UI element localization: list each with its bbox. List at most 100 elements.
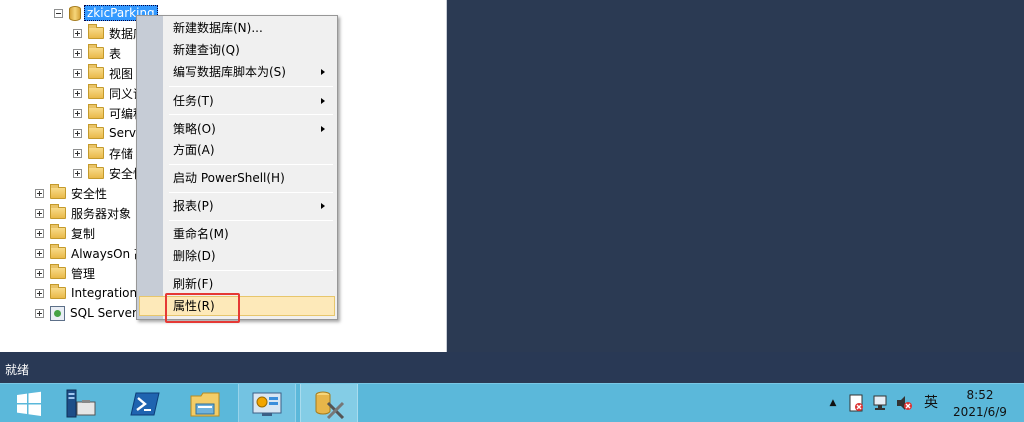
submenu-arrow-icon bbox=[321, 203, 325, 209]
menu-item-policies[interactable]: 策略(O) bbox=[139, 119, 335, 139]
tree-node[interactable]: Integration bbox=[35, 283, 137, 303]
tree-node[interactable]: 安全性 bbox=[73, 163, 145, 183]
menu-item-refresh[interactable]: 刷新(F) bbox=[139, 274, 335, 294]
tree-node-label[interactable]: 复制 bbox=[71, 225, 95, 242]
tree-node-label[interactable]: 存储 bbox=[109, 145, 133, 162]
volume-muted-icon[interactable] bbox=[895, 394, 913, 412]
menu-item-reports[interactable]: 报表(P) bbox=[139, 196, 335, 216]
menu-item-label: 刷新(F) bbox=[173, 277, 214, 291]
expand-icon[interactable] bbox=[35, 288, 44, 298]
folder-icon bbox=[88, 104, 104, 119]
menu-item-label: 报表(P) bbox=[173, 199, 214, 213]
menu-item-delete[interactable]: 删除(D) bbox=[139, 246, 335, 266]
menu-item-label: 方面(A) bbox=[173, 143, 215, 157]
start-button[interactable] bbox=[0, 384, 58, 422]
ssms-icon bbox=[315, 391, 345, 419]
tree-node[interactable]: AlwaysOn 高 bbox=[35, 243, 146, 263]
folder-icon bbox=[50, 204, 66, 219]
file-explorer-icon bbox=[190, 392, 220, 416]
tree-node[interactable]: SQL Server bbox=[35, 303, 137, 323]
taskbar-server-manager[interactable] bbox=[52, 384, 110, 422]
menu-separator bbox=[169, 86, 333, 87]
menu-item-tasks[interactable]: 任务(T) bbox=[139, 91, 335, 111]
action-center-icon[interactable] bbox=[847, 394, 865, 412]
tree-node[interactable]: 视图 bbox=[73, 63, 133, 83]
tree-node-label[interactable]: Integration bbox=[71, 286, 137, 300]
expand-icon[interactable] bbox=[73, 68, 82, 78]
expand-icon[interactable] bbox=[35, 248, 44, 258]
folder-icon bbox=[88, 84, 104, 99]
expand-icon[interactable] bbox=[35, 188, 44, 198]
tree-node-label[interactable]: AlwaysOn 高 bbox=[71, 245, 146, 262]
folder-icon bbox=[88, 144, 104, 159]
submenu-arrow-icon bbox=[321, 69, 325, 75]
menu-item-new-query[interactable]: 新建查询(Q) bbox=[139, 40, 335, 60]
menu-separator bbox=[169, 270, 333, 271]
tree-node[interactable]: 服务器对象 bbox=[35, 203, 131, 223]
taskbar-control-panel[interactable] bbox=[238, 384, 296, 422]
menu-item-label: 启动 PowerShell(H) bbox=[173, 171, 285, 185]
tree-node-label[interactable]: SQL Server bbox=[70, 306, 137, 320]
tree-node[interactable]: 数据库 bbox=[73, 23, 145, 43]
tree-node[interactable]: 同义词 bbox=[73, 83, 145, 103]
tree-node[interactable]: 可编程 bbox=[73, 103, 145, 123]
taskbar-file-explorer[interactable] bbox=[176, 384, 234, 422]
expand-icon[interactable] bbox=[73, 48, 82, 58]
tree-node-label[interactable]: 管理 bbox=[71, 265, 95, 282]
folder-icon bbox=[50, 224, 66, 239]
tree-node[interactable]: 表 bbox=[73, 43, 121, 63]
tree-node[interactable]: 存储 bbox=[73, 143, 133, 163]
taskbar-powershell[interactable] bbox=[116, 384, 174, 422]
folder-icon bbox=[88, 124, 104, 139]
folder-icon bbox=[50, 264, 66, 279]
menu-item-label: 属性(R) bbox=[173, 299, 215, 313]
menu-item-properties[interactable]: 属性(R) bbox=[139, 296, 335, 316]
expand-icon[interactable] bbox=[35, 208, 44, 218]
clock-time[interactable]: 8:52 bbox=[955, 388, 1005, 402]
network-icon[interactable] bbox=[871, 394, 889, 412]
expand-icon[interactable] bbox=[73, 88, 82, 98]
tree-node[interactable]: 复制 bbox=[35, 223, 95, 243]
tree-node[interactable]: 管理 bbox=[35, 263, 95, 283]
menu-item-powershell[interactable]: 启动 PowerShell(H) bbox=[139, 168, 335, 188]
tree-node-label[interactable]: 安全性 bbox=[71, 185, 107, 202]
menu-separator bbox=[169, 192, 333, 193]
expand-icon[interactable] bbox=[35, 268, 44, 278]
taskbar: ▲ 英 8:52 2021/6/9 bbox=[0, 383, 1024, 422]
expand-icon[interactable] bbox=[35, 228, 44, 238]
expand-icon[interactable] bbox=[35, 308, 44, 318]
tree-node-label[interactable]: 表 bbox=[109, 45, 121, 62]
taskbar-ssms[interactable] bbox=[300, 384, 358, 422]
menu-item-label: 编写数据库脚本为(S) bbox=[173, 65, 286, 79]
clock-date[interactable]: 2021/6/9 bbox=[948, 405, 1012, 419]
folder-icon bbox=[88, 164, 104, 179]
submenu-arrow-icon bbox=[321, 98, 325, 104]
expand-icon[interactable] bbox=[73, 148, 82, 158]
menu-item-rename[interactable]: 重命名(M) bbox=[139, 224, 335, 244]
expand-icon[interactable] bbox=[73, 128, 82, 138]
server-manager-icon bbox=[66, 389, 96, 417]
menu-item-label: 策略(O) bbox=[173, 122, 216, 136]
show-hidden-icons-icon[interactable]: ▲ bbox=[824, 394, 842, 412]
collapse-icon[interactable] bbox=[54, 8, 63, 18]
expand-icon[interactable] bbox=[73, 108, 82, 118]
context-menu: 新建数据库(N)... 新建查询(Q) 编写数据库脚本为(S) 任务(T) 策略… bbox=[136, 15, 338, 320]
expand-icon[interactable] bbox=[73, 168, 82, 178]
menu-item-label: 新建查询(Q) bbox=[173, 43, 240, 57]
folder-icon bbox=[88, 24, 104, 39]
expand-icon[interactable] bbox=[73, 28, 82, 38]
folder-icon bbox=[50, 244, 66, 259]
control-panel-icon bbox=[252, 392, 282, 416]
folder-icon bbox=[88, 64, 104, 79]
menu-item-facets[interactable]: 方面(A) bbox=[139, 140, 335, 160]
folder-icon bbox=[50, 284, 66, 299]
menu-item-new-database[interactable]: 新建数据库(N)... bbox=[139, 18, 335, 38]
menu-separator bbox=[169, 114, 333, 115]
ime-indicator[interactable]: 英 bbox=[922, 394, 940, 412]
tree-node-label[interactable]: 服务器对象 bbox=[71, 205, 131, 222]
menu-item-label: 新建数据库(N)... bbox=[173, 21, 263, 35]
tree-node-label[interactable]: 视图 bbox=[109, 65, 133, 82]
menu-separator bbox=[169, 164, 333, 165]
menu-item-script-database[interactable]: 编写数据库脚本为(S) bbox=[139, 62, 335, 82]
tree-node[interactable]: 安全性 bbox=[35, 183, 107, 203]
